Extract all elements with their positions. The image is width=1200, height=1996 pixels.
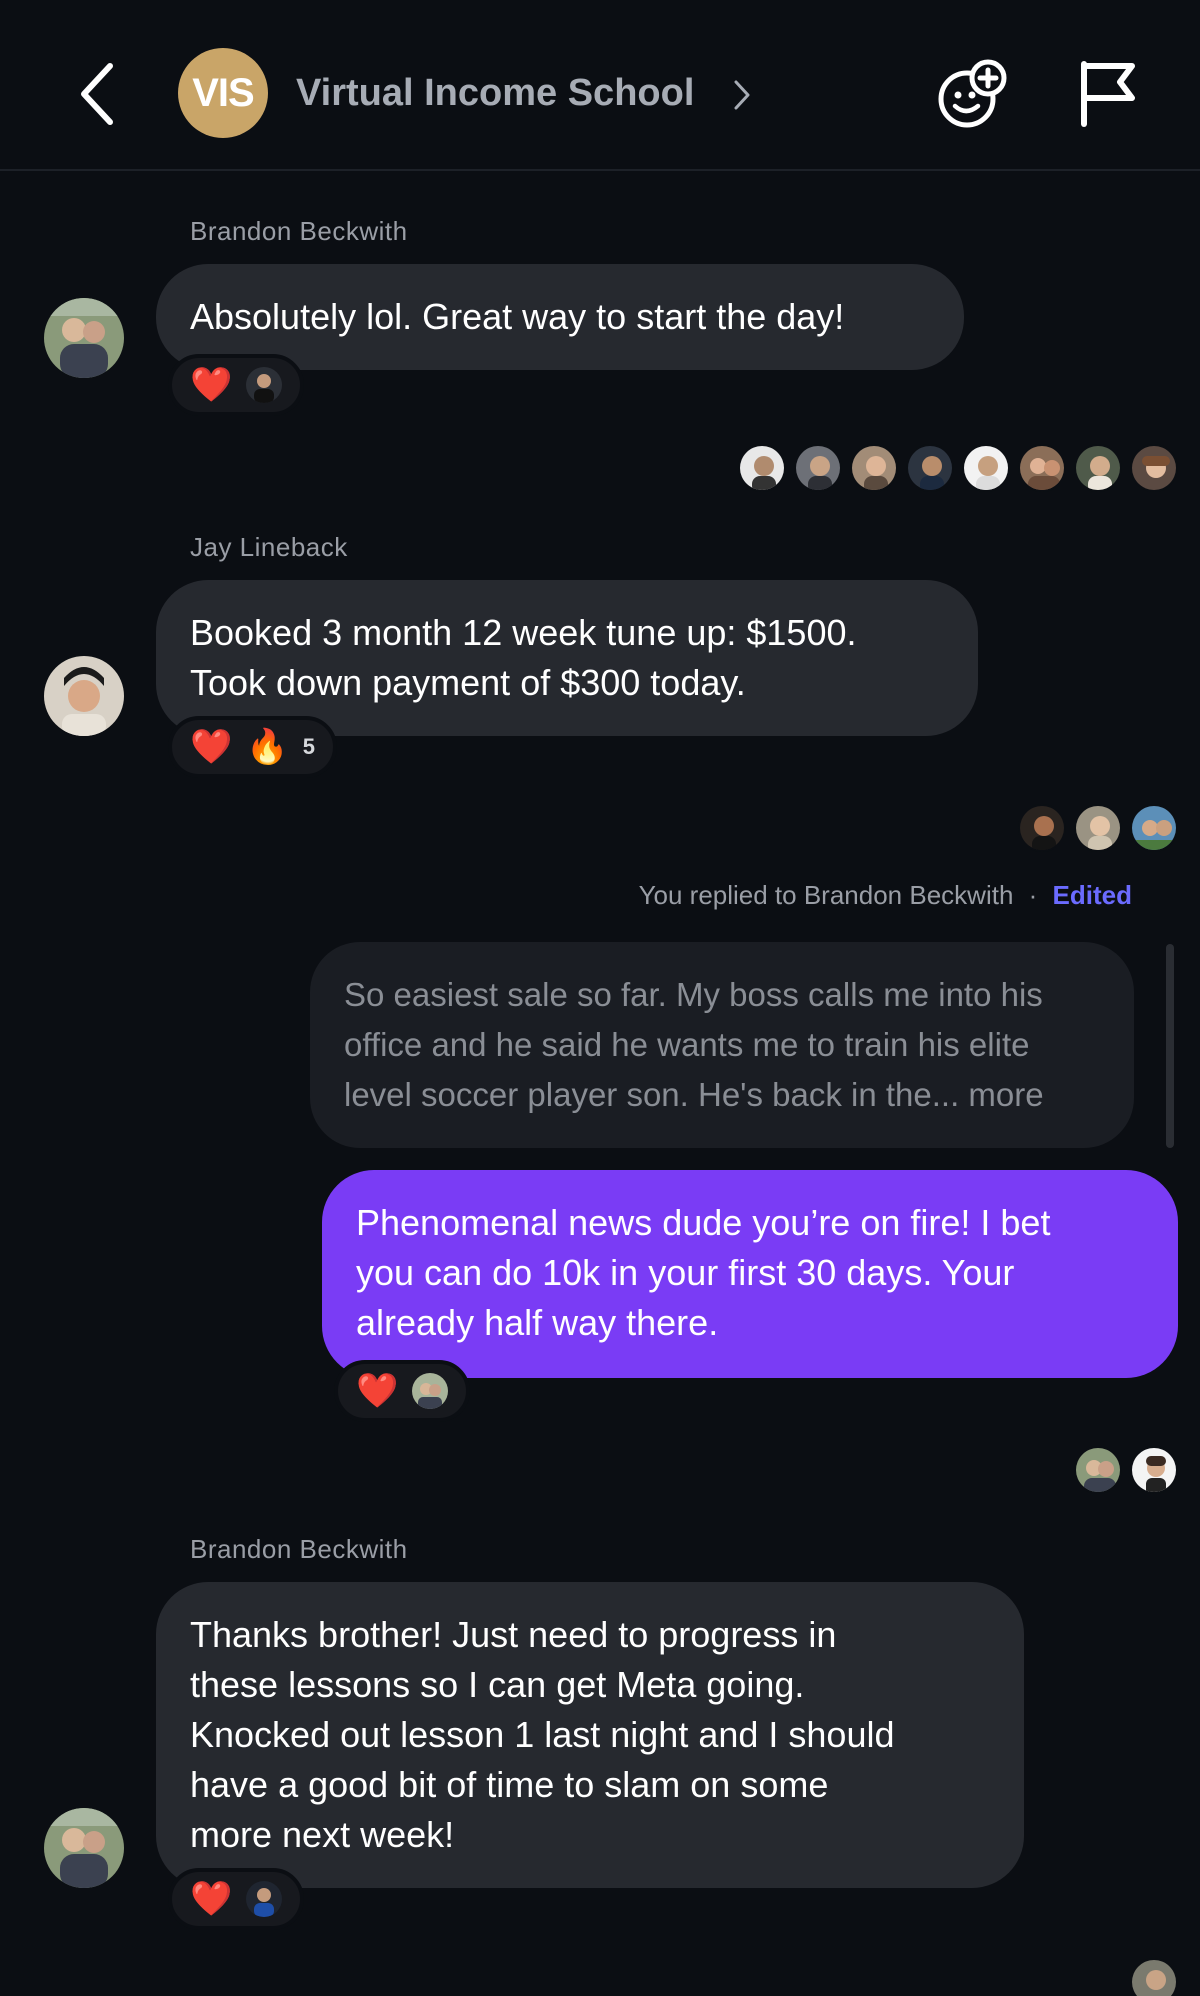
add-reaction-icon[interactable] (936, 58, 1008, 130)
avatar[interactable] (44, 298, 124, 378)
reader-avatar (1018, 444, 1066, 492)
flag-icon[interactable] (1078, 60, 1140, 128)
message-line: these lessons so I can get Meta going. (190, 1664, 805, 1705)
read-receipts[interactable] (1074, 1446, 1178, 1494)
avatar[interactable] (44, 1808, 124, 1888)
chat-header: VIS Virtual Income School (0, 0, 1200, 171)
quoted-message[interactable]: So easiest sale so far. My boss calls me… (310, 942, 1134, 1148)
group-avatar[interactable]: VIS (178, 48, 268, 138)
group-name[interactable]: Virtual Income School (296, 72, 694, 115)
message-bubble[interactable]: Thanks brother! Just need to progress in… (156, 1582, 1024, 1888)
reader-avatar (1130, 1958, 1178, 1996)
quoted-line: level soccer player son. He's back in th… (344, 1076, 1044, 1113)
reader-avatar (1074, 1446, 1122, 1494)
message-line: Knocked out lesson 1 last night and I sh… (190, 1714, 895, 1755)
read-receipts[interactable] (1130, 1958, 1178, 1996)
reaction-pill[interactable]: ❤️ (168, 1868, 305, 1930)
sender-name: Jay Lineback (190, 532, 348, 562)
reactor-avatar (412, 1373, 449, 1409)
reader-avatar (738, 444, 786, 492)
reader-avatar (1074, 444, 1122, 492)
reader-avatar (794, 444, 842, 492)
outgoing-message-bubble[interactable]: Phenomenal news dude you’re on fire! I b… (322, 1170, 1178, 1378)
reaction-count: 5 (302, 734, 315, 759)
quoted-line: office and he said he wants me to train … (344, 1026, 1030, 1063)
read-receipts[interactable] (738, 444, 1178, 492)
reader-avatar (850, 444, 898, 492)
reader-avatar (1130, 444, 1178, 492)
reader-avatar (1018, 804, 1066, 852)
reaction-pill[interactable]: ❤️ (334, 1360, 471, 1422)
sender-name: Brandon Beckwith (190, 1534, 408, 1564)
reactor-avatar (246, 367, 283, 403)
group-initials: VIS (192, 70, 254, 115)
message-line: Phenomenal news dude you’re on fire! I b… (356, 1202, 1051, 1243)
heart-emoji: ❤️ (190, 728, 233, 766)
separator-dot: · (1028, 880, 1038, 910)
chevron-right-icon[interactable] (732, 78, 752, 112)
reader-avatar (1130, 804, 1178, 852)
message-text: Absolutely lol. Great way to start the d… (190, 296, 845, 337)
reader-avatar (1130, 1446, 1178, 1494)
fire-emoji: 🔥 (246, 728, 289, 766)
message-line: Thanks brother! Just need to progress in (190, 1614, 837, 1655)
heart-emoji: ❤️ (190, 366, 233, 404)
scroll-indicator (1166, 944, 1174, 1148)
message-line: Booked 3 month 12 week tune up: $1500. (190, 612, 857, 653)
message-line: Took down payment of $300 today. (190, 662, 746, 703)
reactor-avatar (246, 1881, 283, 1917)
reaction-pill[interactable]: ❤️ (168, 354, 305, 416)
reaction-pill[interactable]: ❤️ 🔥 5 (168, 716, 337, 778)
heart-emoji: ❤️ (190, 1880, 233, 1918)
reply-context-text: You replied to Brandon Beckwith (638, 880, 1014, 910)
reader-avatar (1074, 804, 1122, 852)
reply-context: You replied to Brandon Beckwith · Edited (639, 880, 1132, 911)
message-line: more next week! (190, 1814, 455, 1855)
sender-name: Brandon Beckwith (190, 216, 408, 246)
message-bubble[interactable]: Booked 3 month 12 week tune up: $1500. T… (156, 580, 978, 736)
reader-avatar (906, 444, 954, 492)
message-line: already half way there. (356, 1302, 719, 1343)
heart-emoji: ❤️ (356, 1372, 399, 1410)
edited-label[interactable]: Edited (1053, 880, 1132, 910)
avatar[interactable] (44, 656, 124, 736)
message-line: you can do 10k in your first 30 days. Yo… (356, 1252, 1015, 1293)
back-arrow-icon[interactable] (70, 58, 130, 130)
read-receipts[interactable] (1018, 804, 1178, 852)
quoted-line: So easiest sale so far. My boss calls me… (344, 976, 1043, 1013)
reader-avatar (962, 444, 1010, 492)
message-line: have a good bit of time to slam on some (190, 1764, 829, 1805)
